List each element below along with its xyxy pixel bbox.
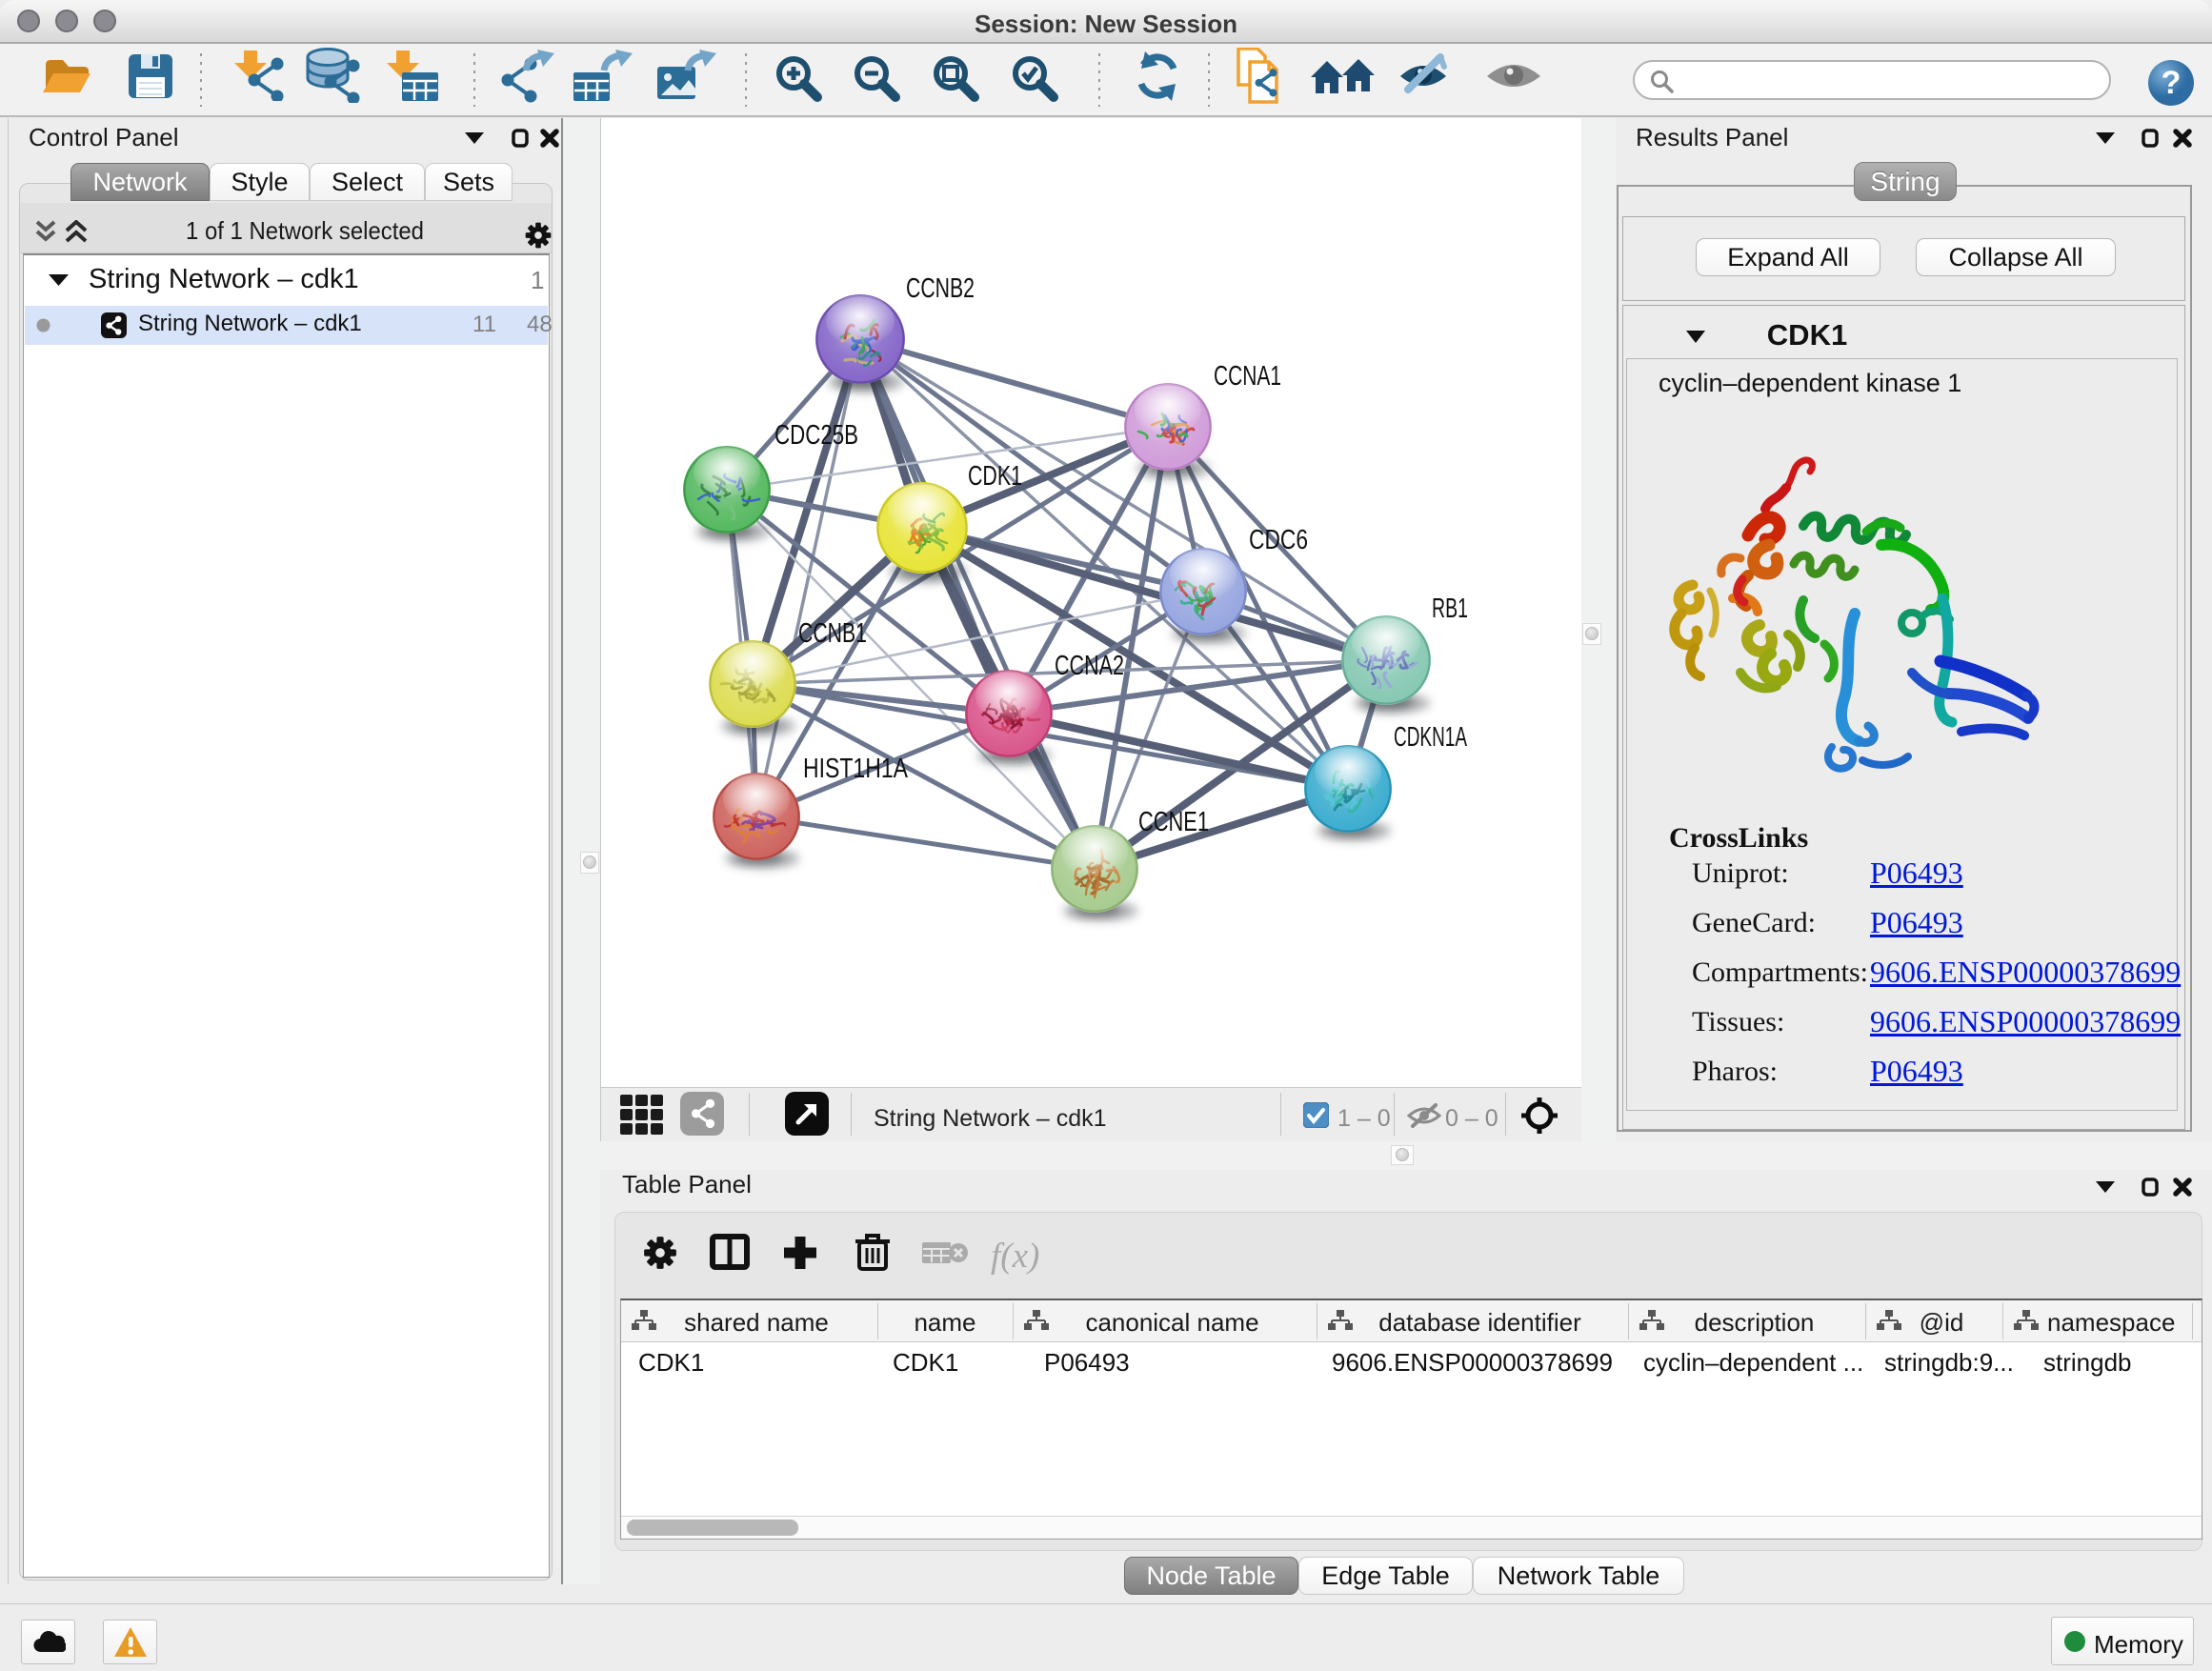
svg-text:CDC6: CDC6 [1249, 525, 1308, 555]
svg-text:CDKN1A: CDKN1A [1394, 722, 1467, 753]
svg-text:CCNA2: CCNA2 [1055, 651, 1124, 681]
svg-text:HIST1H1A: HIST1H1A [803, 754, 909, 784]
svg-text:CDK1: CDK1 [968, 461, 1022, 492]
svg-text:?: ? [2162, 65, 2182, 101]
svg-text:CCNB2: CCNB2 [906, 273, 975, 304]
svg-text:RB1: RB1 [1432, 594, 1468, 624]
svg-text:CCNE1: CCNE1 [1138, 807, 1209, 837]
svg-text:CDC25B: CDC25B [774, 420, 858, 451]
svg-text:CCNA1: CCNA1 [1214, 361, 1281, 392]
svg-text:CCNB1: CCNB1 [798, 618, 867, 649]
